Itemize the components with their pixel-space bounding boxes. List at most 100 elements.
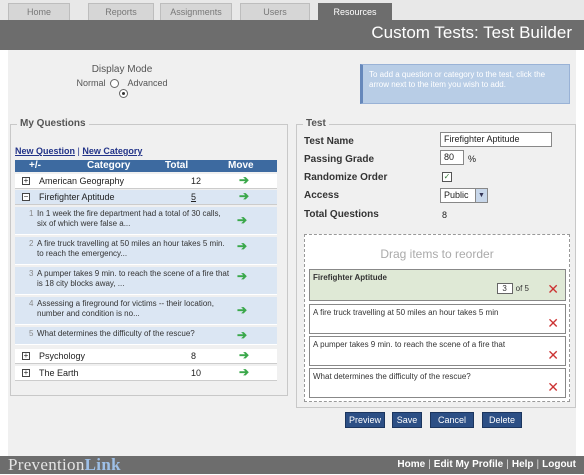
randomize-checkbox[interactable]: ✓ xyxy=(442,172,452,182)
category-total: 5 xyxy=(191,192,197,202)
test-item[interactable]: What determines the difficulty of the re… xyxy=(309,368,566,398)
access-value: Public xyxy=(444,190,469,200)
total-questions-value: 8 xyxy=(442,210,448,220)
page-title: Custom Tests: Test Builder xyxy=(371,23,572,42)
right-arrow-icon[interactable]: ➔ xyxy=(237,329,247,341)
category-row[interactable]: − Firefighter Aptitude 5 ➔ xyxy=(15,190,277,205)
footer-separator: | xyxy=(506,459,509,470)
expand-icon[interactable]: + xyxy=(22,369,30,377)
order-control: 3 of 5 xyxy=(496,283,529,294)
home-link[interactable]: Home xyxy=(397,459,425,470)
question-number: 3 xyxy=(29,269,34,278)
right-arrow-icon[interactable]: ➔ xyxy=(237,304,247,316)
tab-reports[interactable]: Reports xyxy=(88,3,154,20)
test-name-input[interactable]: Firefighter Aptitude xyxy=(440,132,552,147)
question-number: 4 xyxy=(29,299,34,308)
right-arrow-icon[interactable]: ➔ xyxy=(239,366,249,378)
question-number: 5 xyxy=(29,329,34,338)
tab-home[interactable]: Home xyxy=(8,3,70,20)
preview-button[interactable]: Preview xyxy=(345,412,385,428)
category-total: 8 xyxy=(191,351,197,361)
test-item-text: Firefighter Aptitude xyxy=(313,273,387,282)
tab-users[interactable]: Users xyxy=(240,3,310,20)
question-text: A fire truck travelling at 50 miles an h… xyxy=(37,239,225,258)
help-link[interactable]: Help xyxy=(512,459,534,470)
passing-grade-label: Passing Grade xyxy=(304,154,375,165)
expand-icon[interactable]: + xyxy=(22,352,30,360)
new-category-link[interactable]: New Category xyxy=(82,146,142,156)
question-number: 1 xyxy=(29,209,34,218)
close-x-icon[interactable]: ✕ xyxy=(547,316,559,330)
logout-link[interactable]: Logout xyxy=(542,459,576,470)
tab-resources[interactable]: Resources xyxy=(318,3,392,20)
passing-grade-input[interactable]: 80 xyxy=(440,150,464,165)
chevron-down-icon[interactable]: ▼ xyxy=(475,189,487,202)
question-row[interactable]: 5 What determines the difficulty of the … xyxy=(15,327,277,345)
total-questions-label: Total Questions xyxy=(304,209,379,220)
grid-header: +/- Category Total Move xyxy=(15,160,277,172)
cancel-button[interactable]: Cancel xyxy=(430,412,474,428)
category-row[interactable]: + American Geography 12 ➔ xyxy=(15,174,277,189)
footer-links: Home | Edit My Profile | Help | Logout xyxy=(397,459,576,470)
category-row[interactable]: + The Earth 10 ➔ xyxy=(15,366,277,381)
display-mode-title: Display Mode xyxy=(91,64,153,75)
right-arrow-icon[interactable]: ➔ xyxy=(237,214,247,226)
column-total: Total xyxy=(165,160,189,171)
question-text: A pumper takes 9 min. to reach the scene… xyxy=(37,269,230,288)
delete-button[interactable]: Delete xyxy=(482,412,522,428)
question-row[interactable]: 1 In 1 week the fire department had a to… xyxy=(15,207,277,235)
expand-icon[interactable]: + xyxy=(22,177,30,185)
order-input[interactable]: 3 xyxy=(496,283,513,294)
normal-radio[interactable] xyxy=(109,79,119,89)
close-x-icon[interactable]: ✕ xyxy=(547,282,559,296)
tab-bar: Home Reports Assignments Users Resources xyxy=(0,0,584,20)
column-move: Move xyxy=(228,160,254,171)
footer-separator: | xyxy=(536,459,540,470)
test-name-label: Test Name xyxy=(304,136,354,147)
test-item-category[interactable]: Firefighter Aptitude 3 of 5 ✕ xyxy=(309,269,566,301)
right-arrow-icon[interactable]: ➔ xyxy=(237,270,247,282)
save-button[interactable]: Save xyxy=(392,412,422,428)
category-name: The Earth xyxy=(39,368,79,378)
access-select[interactable]: Public ▼ xyxy=(440,188,488,203)
footer-separator: | xyxy=(428,459,431,470)
category-row[interactable]: + Psychology 8 ➔ xyxy=(15,349,277,364)
percent-label: % xyxy=(468,154,477,164)
footer-bar: PreventionLink Home | Edit My Profile | Help… xyxy=(0,455,584,475)
question-row[interactable]: 3 A pumper takes 9 min. to reach the sce… xyxy=(15,267,277,295)
normal-label: Normal xyxy=(76,78,106,88)
category-name: Firefighter Aptitude xyxy=(39,192,115,202)
header-bar: Custom Tests: Test Builder xyxy=(0,20,584,50)
display-mode: Display Mode Normal Advanced xyxy=(70,64,174,99)
right-arrow-icon[interactable]: ➔ xyxy=(239,174,249,186)
close-x-icon[interactable]: ✕ xyxy=(547,348,559,362)
right-arrow-icon[interactable]: ➔ xyxy=(237,240,247,252)
test-item-text: What determines the difficulty of the re… xyxy=(313,372,471,381)
logo: PreventionLink xyxy=(8,455,121,475)
access-label: Access xyxy=(304,190,340,201)
info-box: To add a question or category to the tes… xyxy=(360,64,570,104)
column-expand: +/- xyxy=(29,160,41,171)
close-x-icon[interactable]: ✕ xyxy=(547,380,559,394)
category-total: 12 xyxy=(191,176,202,186)
test-item-text: A pumper takes 9 min. to reach the scene… xyxy=(313,340,506,349)
right-arrow-icon[interactable]: ➔ xyxy=(239,349,249,361)
tab-assignments[interactable]: Assignments xyxy=(160,3,232,20)
test-item[interactable]: A pumper takes 9 min. to reach the scene… xyxy=(309,336,566,366)
test-item[interactable]: A fire truck travelling at 50 miles an h… xyxy=(309,304,566,334)
category-name: American Geography xyxy=(39,176,125,186)
logo-text-a: Prevention xyxy=(8,455,85,474)
advanced-radio[interactable] xyxy=(118,89,128,99)
collapse-icon[interactable]: − xyxy=(22,193,30,201)
logo-text-b: Link xyxy=(84,455,121,474)
order-of-label: of 5 xyxy=(515,284,529,293)
new-question-link[interactable]: New Question xyxy=(15,146,75,156)
drag-instruction: Drag items to reorder xyxy=(380,247,494,261)
right-arrow-icon[interactable]: ➔ xyxy=(239,190,249,202)
question-row[interactable]: 4 Assessing a fireground for victims -- … xyxy=(15,297,277,325)
test-item-text: A fire truck travelling at 50 miles an h… xyxy=(313,308,499,317)
question-row[interactable]: 2 A fire truck travelling at 50 miles an… xyxy=(15,237,277,265)
category-total: 10 xyxy=(191,368,202,378)
category-name: Psychology xyxy=(39,351,86,361)
edit-profile-link[interactable]: Edit My Profile xyxy=(434,459,503,470)
